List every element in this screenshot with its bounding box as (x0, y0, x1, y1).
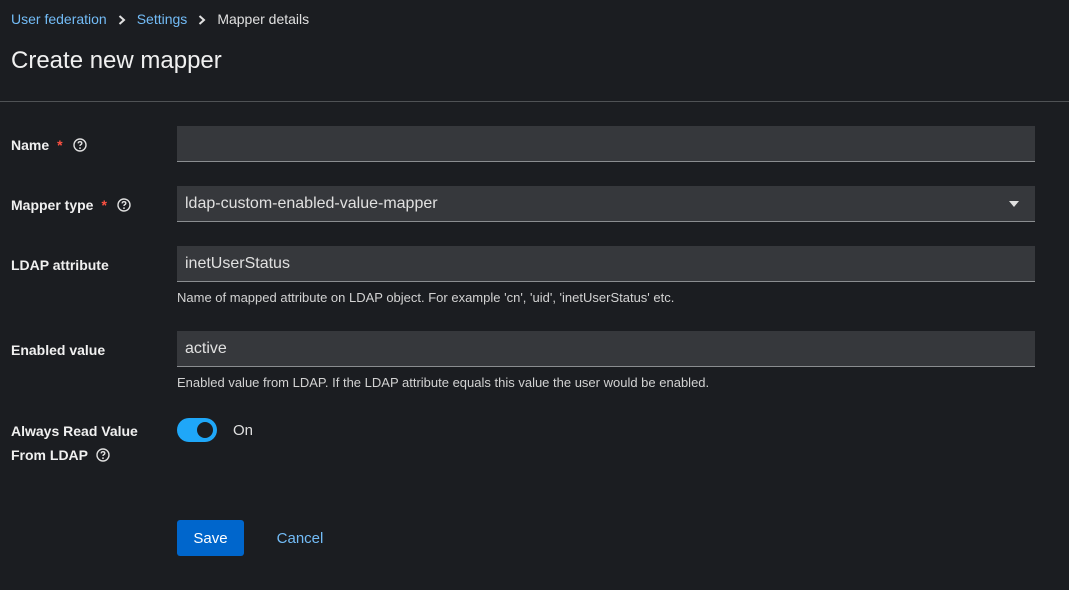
ldap-attribute-label: LDAP attribute (11, 257, 109, 273)
ldap-attribute-helper: Name of mapped attribute on LDAP object.… (177, 290, 675, 305)
mapper-type-value: ldap-custom-enabled-value-mapper (185, 194, 438, 212)
header-divider (0, 101, 1069, 102)
enabled-value-label: Enabled value (11, 342, 105, 358)
cancel-button[interactable]: Cancel (262, 520, 338, 556)
always-read-label-line2-row: From LDAP (11, 443, 138, 467)
name-label: Name * (11, 137, 87, 153)
chevron-right-icon (187, 11, 217, 27)
help-icon[interactable] (72, 138, 87, 152)
always-read-toggle-state: On (233, 422, 254, 439)
enabled-value-input[interactable]: active (177, 331, 1035, 367)
chevron-right-icon (107, 11, 137, 27)
always-read-label-line1: Always Read Value (11, 423, 138, 439)
toggle-knob (197, 422, 213, 438)
always-read-label-line2: From LDAP (11, 447, 88, 463)
mapper-type-label-text: Mapper type (11, 197, 94, 213)
mapper-type-label: Mapper type * (11, 197, 131, 213)
breadcrumb: User federation Settings Mapper details (11, 11, 309, 27)
enabled-value-label-text: Enabled value (11, 342, 106, 358)
caret-down-icon (1009, 200, 1019, 207)
page: User federation Settings Mapper details … (0, 0, 1069, 590)
breadcrumb-current: Mapper details (217, 11, 310, 27)
ldap-attribute-label-text: LDAP attribute (11, 257, 109, 273)
always-read-toggle[interactable] (177, 418, 217, 442)
save-button[interactable]: Save (177, 520, 244, 556)
enabled-value-helper: Enabled value from LDAP. If the LDAP att… (177, 375, 710, 390)
mapper-type-select[interactable]: ldap-custom-enabled-value-mapper (177, 186, 1035, 222)
help-icon[interactable] (96, 448, 110, 462)
page-title: Create new mapper (11, 47, 222, 74)
help-icon[interactable] (117, 198, 131, 212)
name-label-text: Name (11, 137, 50, 153)
always-read-label: Always Read Value From LDAP (11, 419, 138, 467)
required-mark: * (57, 137, 63, 153)
breadcrumb-user-federation[interactable]: User federation (11, 11, 107, 27)
breadcrumb-settings[interactable]: Settings (137, 11, 188, 27)
ldap-attribute-input[interactable]: inetUserStatus (177, 246, 1035, 282)
name-input[interactable] (177, 126, 1035, 162)
required-mark: * (101, 197, 107, 213)
